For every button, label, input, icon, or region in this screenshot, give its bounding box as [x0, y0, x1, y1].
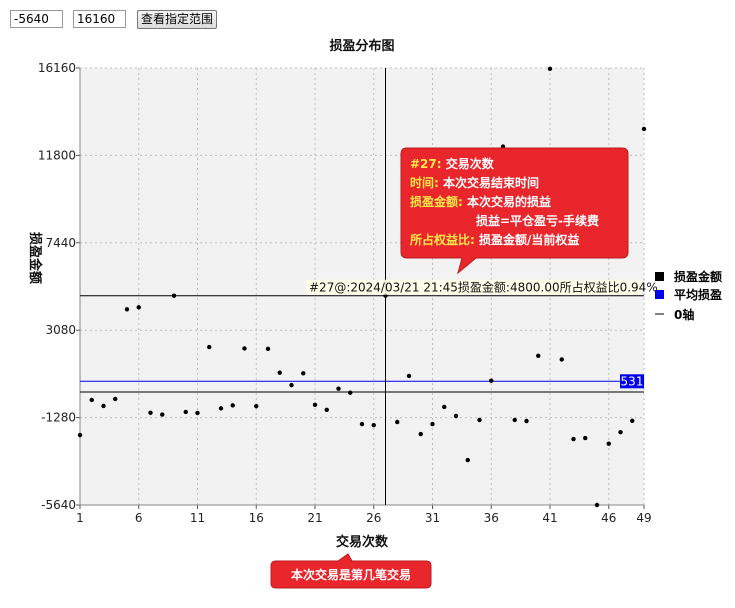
tooltip-value: 损盈金额/当前权益	[475, 232, 580, 247]
data-point	[289, 382, 294, 388]
y-tick-label: 7440	[45, 236, 76, 250]
tooltip-key: 损盈金额:	[410, 194, 463, 209]
x-tick-label: 1	[76, 511, 84, 525]
tooltip-value: 本次交易的损益	[463, 194, 551, 209]
data-point	[218, 406, 224, 411]
tooltip-key: #27:	[410, 157, 442, 171]
data-point	[89, 397, 94, 403]
y-tick-label: 16160	[38, 61, 76, 75]
tooltip-key: 时间:	[410, 175, 439, 190]
x-tick-label: 46	[601, 511, 616, 525]
tooltip-key: 所占权益比:	[410, 232, 475, 247]
x-tick-label: 31	[425, 511, 440, 525]
data-point	[312, 402, 318, 407]
data-point	[453, 413, 459, 419]
data-point	[442, 404, 447, 410]
data-point	[148, 410, 153, 415]
legend-swatch-pnl	[655, 272, 664, 281]
data-point	[395, 419, 400, 425]
data-point	[547, 66, 553, 72]
chart-title: 损盈分布图	[329, 38, 394, 54]
data-point	[371, 423, 376, 428]
data-point	[536, 353, 541, 359]
hover-label: #27@:2024/03/21 21:45损盈金额:4800.00所占权益比0.…	[309, 280, 658, 295]
data-point	[489, 378, 494, 383]
data-point	[465, 457, 470, 463]
data-point	[301, 371, 306, 376]
tooltip-line: #27: 交易次数	[410, 156, 495, 171]
explanation-tooltip: #27: 交易次数时间: 本次交易结束时间损盈金额: 本次交易的损益损益=平仓盈…	[400, 147, 629, 275]
data-point	[324, 407, 329, 412]
data-point	[348, 390, 353, 395]
tooltip-line: 时间: 本次交易结束时间	[410, 175, 539, 190]
data-point	[641, 126, 647, 132]
legend-label-pnl: 损盈金额	[674, 269, 722, 284]
legend-label-average: 平均损盈	[674, 287, 722, 302]
tooltip-value: 本次交易结束时间	[439, 175, 539, 190]
x-tick-label: 36	[484, 511, 499, 525]
data-point	[406, 373, 412, 379]
tooltip-line: 损益=平仓盈亏-手续费	[476, 213, 599, 228]
data-point	[418, 431, 423, 437]
data-point	[336, 386, 341, 391]
y-tick-label: 3080	[45, 323, 76, 337]
x-axis-label: 交易次数	[336, 534, 389, 550]
data-point	[113, 396, 118, 402]
data-point	[183, 409, 188, 415]
data-point	[77, 432, 83, 438]
data-point	[265, 346, 271, 352]
legend: 损盈金额 平均损盈 0轴	[655, 269, 722, 322]
x-axis-callout: 本次交易是第几笔交易	[270, 553, 432, 589]
tooltip-line: 损盈金额: 本次交易的损益	[410, 194, 551, 209]
legend-label-zero: 0轴	[674, 307, 694, 322]
x-tick-label: 21	[307, 511, 322, 525]
data-point	[277, 370, 282, 375]
data-point	[606, 441, 611, 446]
x-tick-label: 11	[190, 511, 205, 525]
data-point	[524, 418, 529, 424]
average-value-label: 531	[621, 374, 644, 388]
data-point	[594, 502, 600, 508]
data-point	[160, 412, 165, 417]
x-tick-label: 26	[366, 511, 381, 525]
tooltip-value: 交易次数	[442, 156, 495, 171]
data-point	[242, 346, 247, 351]
y-tick-label: -1280	[41, 411, 76, 425]
y-tick-label: -5640	[41, 498, 76, 512]
data-point	[618, 430, 623, 435]
profit-loss-chart[interactable]: 损盈分布图 1 6 11 16 21 26 31 36 41 46 4916160118007440…	[0, 0, 735, 608]
data-point	[195, 410, 200, 416]
data-point	[571, 436, 576, 442]
x-tick-label: 6	[135, 511, 143, 525]
data-point	[430, 421, 435, 427]
data-point	[630, 418, 635, 424]
y-axis-label: 损盈金额	[27, 232, 43, 284]
data-point	[230, 403, 235, 408]
legend-swatch-average	[655, 290, 664, 299]
data-point	[207, 344, 212, 350]
data-point	[477, 417, 482, 423]
data-point	[583, 435, 588, 441]
data-point	[101, 403, 106, 409]
data-point	[136, 305, 141, 310]
data-point	[124, 307, 130, 312]
data-point	[559, 357, 564, 362]
data-point	[512, 417, 517, 423]
x-tick-label: 41	[542, 511, 557, 525]
tooltip-line: 所占权益比: 损盈金额/当前权益	[410, 232, 579, 247]
x-tick-label: 49	[636, 511, 651, 525]
callout-text: 本次交易是第几笔交易	[291, 567, 411, 582]
y-tick-label: 11800	[38, 148, 76, 162]
data-point	[254, 403, 259, 409]
x-tick-label: 16	[249, 511, 264, 525]
data-point	[359, 421, 365, 427]
